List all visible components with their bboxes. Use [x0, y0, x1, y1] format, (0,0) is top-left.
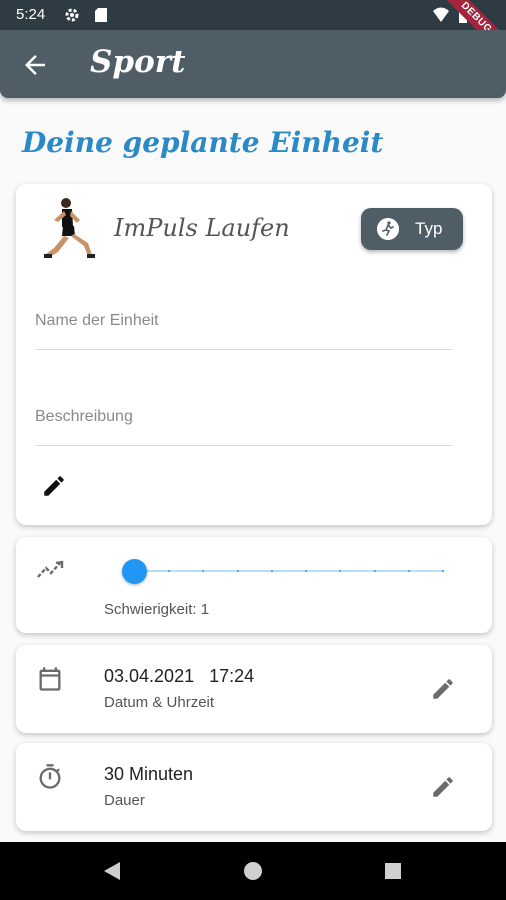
name-input[interactable]: [35, 298, 453, 330]
settings-icon: [65, 8, 79, 22]
slider-tick: [407, 570, 410, 572]
page-heading: Deine geplante Einheit: [22, 126, 384, 159]
slider-tick: [373, 570, 376, 572]
datetime-card[interactable]: 03.04.2021 17:24 Datum & Uhrzeit: [16, 645, 492, 733]
type-button[interactable]: Typ: [361, 208, 463, 250]
runner-image: [44, 198, 95, 258]
date-value: 03.04.2021: [104, 666, 195, 686]
edit-datetime-icon[interactable]: [430, 676, 456, 702]
calendar-icon: [39, 667, 61, 691]
slider-tick: [236, 570, 239, 572]
timer-icon: [39, 764, 61, 789]
status-time: 5:24: [16, 6, 46, 23]
difficulty-label: Schwierigkeit: 1: [104, 601, 210, 618]
status-bar: 5:24 DEBUG: [0, 0, 506, 64]
app-bar: Sport: [0, 30, 506, 98]
slider-tick: [270, 570, 273, 572]
wifi-icon: [433, 7, 449, 22]
slider-tick: [305, 570, 308, 572]
run-icon: [377, 218, 399, 240]
difficulty-card: Schwierigkeit: 1: [16, 537, 492, 633]
system-nav-bar: [0, 842, 506, 900]
nav-recents-icon[interactable]: [383, 861, 403, 881]
arrow-back-icon[interactable]: [20, 50, 50, 80]
slider-tick: [168, 570, 171, 572]
slider-tick: [202, 570, 205, 572]
activity-name: ImPuls Laufen: [114, 214, 290, 242]
nav-back-icon[interactable]: [102, 861, 122, 881]
name-field[interactable]: [35, 298, 453, 350]
edit-duration-icon[interactable]: [430, 774, 456, 800]
slider-tick: [339, 570, 342, 572]
duration-label: Dauer: [104, 792, 145, 809]
nav-home-icon[interactable]: [243, 861, 263, 881]
slider-tick: [442, 570, 444, 572]
duration-card[interactable]: 30 Minuten Dauer: [16, 743, 492, 831]
sd-card-icon: [95, 8, 107, 22]
date-time-value: 03.04.2021 17:24: [104, 666, 254, 687]
trending-icon: [37, 560, 64, 578]
description-field[interactable]: [35, 394, 453, 446]
app-title: Sport: [90, 44, 186, 80]
duration-value: 30 Minuten: [104, 764, 194, 784]
screen: 5:24 DEBUG Sport Deine geplante Einheit: [0, 0, 506, 900]
edit-icon[interactable]: [41, 473, 67, 499]
time-value: 17:24: [209, 666, 255, 686]
difficulty-slider-track[interactable]: [134, 570, 442, 572]
datetime-label: Datum & Uhrzeit: [104, 694, 215, 711]
type-button-label: Typ: [415, 219, 443, 238]
description-input[interactable]: [35, 394, 453, 426]
difficulty-slider-thumb[interactable]: [122, 559, 147, 584]
unit-card: ImPuls Laufen Typ: [16, 184, 492, 525]
